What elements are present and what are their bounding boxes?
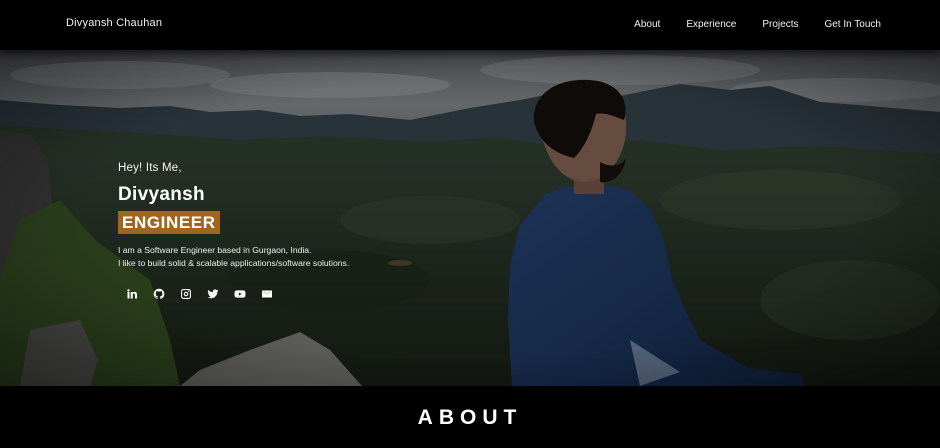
hero-description: I am a Software Engineer based in Gurgao… [118, 244, 349, 269]
twitter-link[interactable] [206, 287, 220, 301]
hero-description-line-2: I like to build solid & scalable applica… [118, 257, 350, 268]
youtube-link[interactable] [233, 287, 247, 301]
hero-name: Divyansh [118, 184, 205, 205]
nav-link-projects[interactable]: Projects [762, 19, 798, 30]
hero-greeting: Hey! Its Me, [118, 162, 182, 174]
hero-section: Hey! Its Me, Divyansh ENGINEER I am a So… [0, 50, 940, 386]
email-link[interactable] [260, 287, 274, 301]
twitter-icon [207, 289, 219, 299]
nav-link-get-in-touch[interactable]: Get In Touch [824, 19, 881, 30]
about-heading: ABOUT [417, 406, 523, 429]
youtube-icon [234, 290, 246, 298]
linkedin-icon [127, 289, 137, 299]
navbar: Divyansh Chauhan About Experience Projec… [0, 0, 940, 50]
instagram-link[interactable] [179, 287, 193, 301]
hero-role-badge: ENGINEER [118, 211, 220, 234]
email-icon [262, 290, 272, 298]
github-link[interactable] [152, 287, 166, 301]
hero-description-line-1: I am a Software Engineer based in Gurgao… [118, 245, 312, 255]
nav-links: About Experience Projects Get In Touch [608, 19, 881, 30]
instagram-icon [181, 289, 191, 299]
brand-link[interactable]: Divyansh Chauhan [66, 17, 162, 29]
nav-link-about[interactable]: About [634, 19, 660, 30]
github-icon [153, 288, 165, 300]
hero-intro: Hey! Its Me, Divyansh ENGINEER I am a So… [118, 162, 349, 301]
nav-link-experience[interactable]: Experience [686, 19, 736, 30]
social-links [118, 287, 349, 301]
linkedin-link[interactable] [125, 287, 139, 301]
